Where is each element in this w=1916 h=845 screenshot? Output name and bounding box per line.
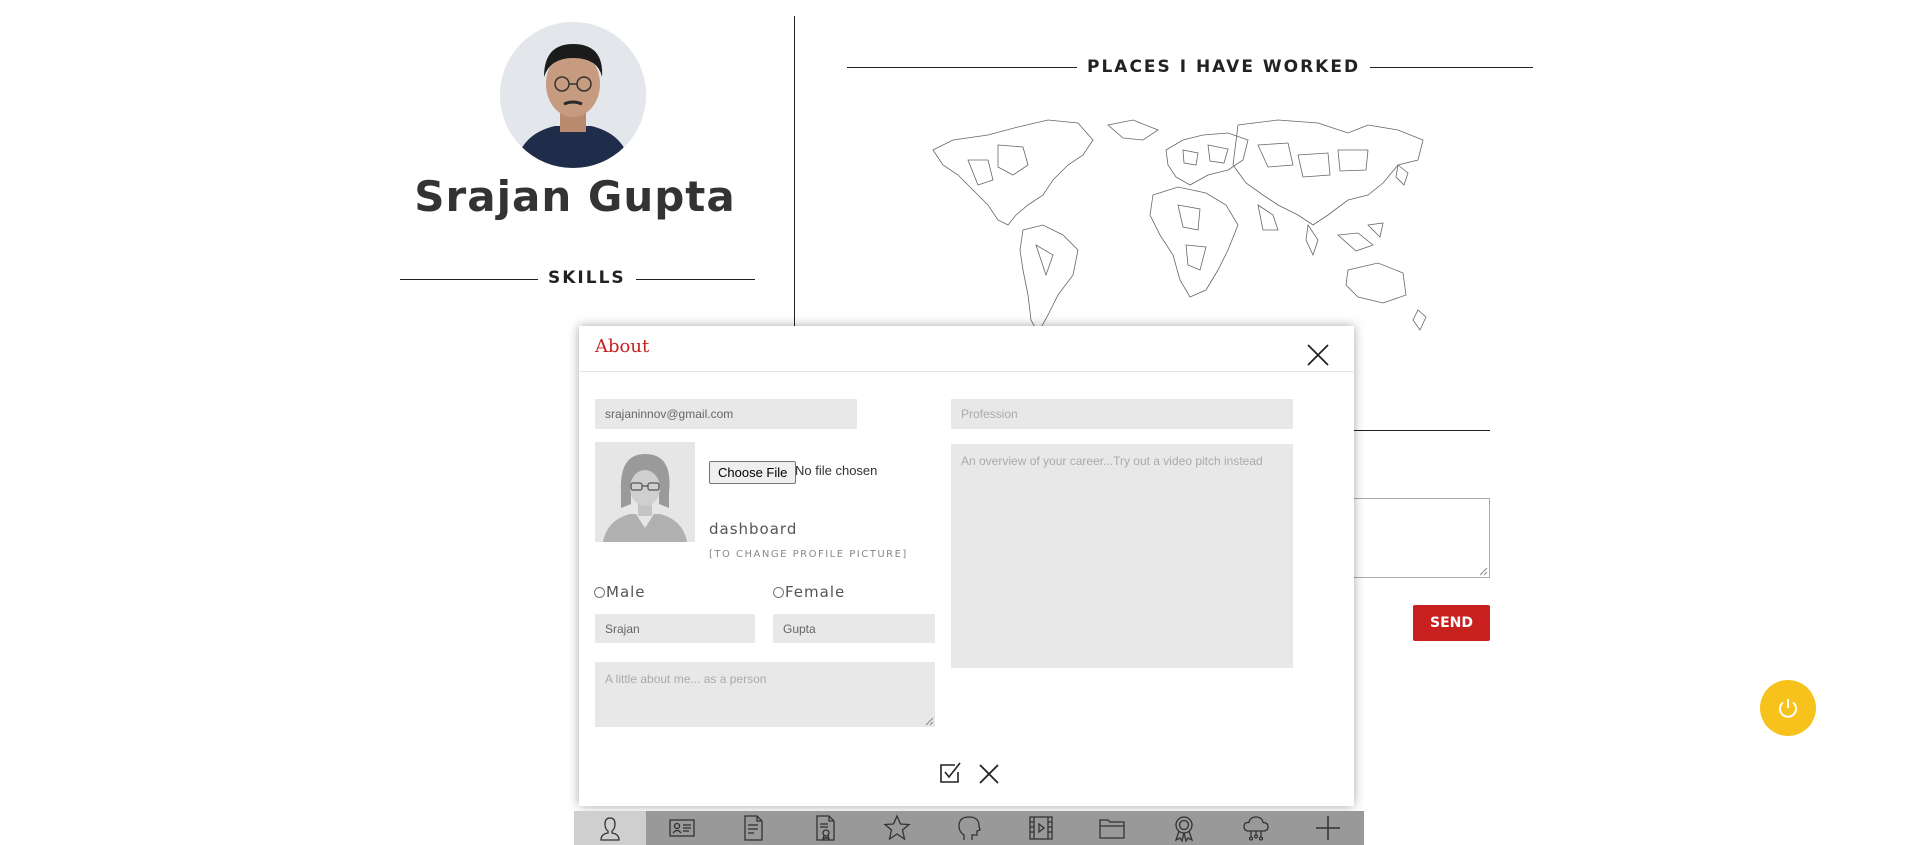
skills-heading: SKILLS <box>538 268 636 288</box>
toolbar-item-profile-head[interactable] <box>933 811 1005 845</box>
last-name-field[interactable]: Gupta <box>773 614 935 643</box>
close-icon[interactable] <box>1305 342 1331 368</box>
film-icon <box>1029 816 1053 840</box>
toolbar-item-favorites[interactable] <box>861 811 933 845</box>
star-icon <box>883 814 911 841</box>
send-button[interactable]: SEND <box>1413 605 1490 641</box>
no-file-chosen-text: No file chosen <box>795 463 878 478</box>
award-icon <box>1175 816 1194 842</box>
certificate-doc-icon <box>816 815 835 841</box>
folder-icon <box>1099 819 1126 839</box>
cancel-x-icon[interactable] <box>978 763 1000 785</box>
gender-male-radio[interactable] <box>594 587 605 598</box>
confirm-check-icon[interactable] <box>938 761 962 785</box>
power-button[interactable] <box>1760 680 1816 736</box>
about-modal: About srajaninnov@gmail.com Profession C… <box>579 326 1354 806</box>
about-me-placeholder: A little about me... as a person <box>605 672 767 686</box>
id-card-icon <box>669 819 695 837</box>
toolbar-item-videos[interactable] <box>1005 811 1077 845</box>
bottom-toolbar <box>574 811 1364 845</box>
resize-grip-icon[interactable] <box>925 717 934 726</box>
toolbar-item-resume[interactable] <box>718 811 790 845</box>
toolbar-item-cloud[interactable] <box>1220 811 1292 845</box>
dashboard-label: dashboard <box>709 520 798 538</box>
toolbar-item-portfolio[interactable] <box>1077 811 1149 845</box>
contact-message-input[interactable] <box>1340 498 1490 578</box>
profile-avatar <box>500 22 646 168</box>
profile-picture-placeholder <box>595 442 695 542</box>
email-field[interactable]: srajaninnov@gmail.com <box>595 399 857 429</box>
choose-file-button[interactable]: Choose File <box>709 461 797 484</box>
profile-name: Srajan Gupta <box>414 172 736 221</box>
power-icon <box>1779 699 1797 718</box>
profession-input[interactable]: Profession <box>951 399 1293 429</box>
modal-header-divider <box>579 371 1354 372</box>
toolbar-item-add[interactable] <box>1292 811 1364 845</box>
first-name-field[interactable]: Srajan <box>595 614 755 643</box>
world-map <box>928 105 1448 345</box>
places-heading: PLACES I HAVE WORKED <box>1077 57 1371 77</box>
change-profile-picture-label: [TO CHANGE PROFILE PICTURE] <box>709 549 908 560</box>
gender-female-label: Female <box>785 583 846 601</box>
cloud-icon <box>1243 816 1269 841</box>
toolbar-item-awards[interactable] <box>1148 811 1220 845</box>
contact-divider-line <box>1350 430 1490 431</box>
resume-icon <box>744 815 764 841</box>
about-me-input[interactable]: A little about me... as a person <box>595 662 935 727</box>
toolbar-item-about[interactable] <box>574 811 646 845</box>
user-icon <box>600 817 620 841</box>
modal-title: About <box>595 336 650 357</box>
gender-female-radio[interactable] <box>773 587 784 598</box>
career-overview-input[interactable]: An overview of your career...Try out a v… <box>951 444 1293 668</box>
toolbar-item-contact-card[interactable] <box>646 811 718 845</box>
toolbar-item-certificates[interactable] <box>789 811 861 845</box>
column-divider <box>794 16 795 332</box>
head-icon <box>958 816 981 840</box>
plus-icon <box>1315 816 1340 840</box>
gender-male-label: Male <box>606 583 646 601</box>
